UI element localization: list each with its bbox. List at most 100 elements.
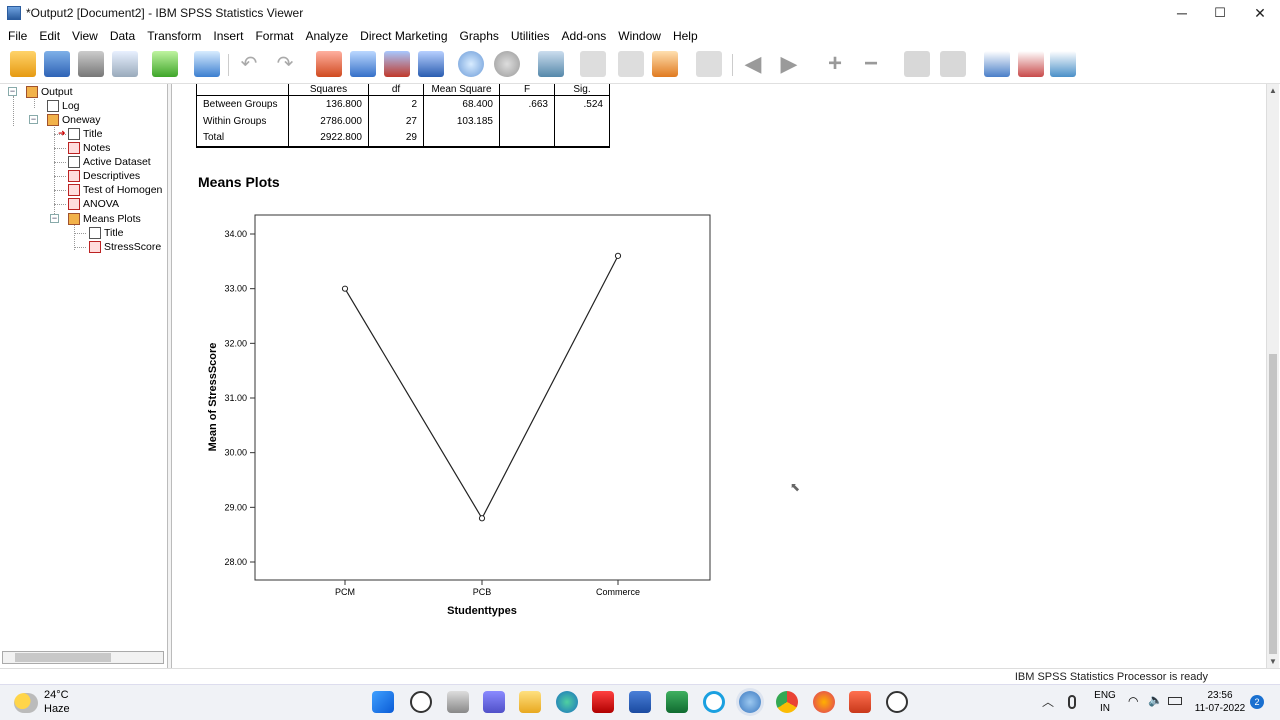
weather-temperature[interactable]: 24°C [44, 689, 69, 701]
menu-window[interactable]: Window [612, 29, 667, 43]
cortana-icon[interactable] [703, 691, 725, 713]
outline-item-active-dataset[interactable]: Active Dataset [68, 155, 151, 169]
menu-help[interactable]: Help [667, 29, 704, 43]
outline-item-notes[interactable]: Notes [68, 141, 110, 155]
spss-taskbar-icon[interactable] [739, 691, 761, 713]
arrow-left-icon[interactable]: ◀ [740, 51, 766, 77]
use-sets-icon[interactable] [458, 51, 484, 77]
collapse-icon[interactable]: − [858, 51, 884, 77]
export-icon[interactable] [152, 51, 178, 77]
menu-graphs[interactable]: Graphs [454, 29, 505, 43]
y-axis-label: Mean of StressScore [207, 343, 219, 452]
redo-icon[interactable]: ↷ [272, 51, 298, 77]
content-vertical-scrollbar[interactable]: ▲ ▼ [1266, 84, 1279, 668]
chat-icon[interactable] [483, 691, 505, 713]
word-icon[interactable] [629, 691, 651, 713]
show-hidden-icons-icon[interactable]: ︿ [1042, 693, 1054, 710]
designate-window-icon[interactable] [652, 51, 678, 77]
expand-icon[interactable]: + [822, 51, 848, 77]
create-title-icon[interactable] [696, 51, 722, 77]
variables-icon[interactable] [418, 51, 444, 77]
wifi-icon[interactable]: ◠ [1128, 694, 1138, 708]
collapse-means-plots-toggle[interactable]: − [50, 214, 59, 223]
language-indicator[interactable]: ENG IN [1090, 689, 1120, 715]
outline-item-test-of-homogeneity[interactable]: Test of Homogen [68, 183, 162, 197]
task-view-icon[interactable] [447, 691, 469, 713]
firefox-icon[interactable] [813, 691, 835, 713]
show-icon[interactable] [904, 51, 930, 77]
menu-transform[interactable]: Transform [141, 29, 207, 43]
menu-format[interactable]: Format [249, 29, 299, 43]
insert-heading-icon[interactable] [984, 51, 1010, 77]
notification-badge[interactable]: 2 [1250, 695, 1264, 709]
menu-data[interactable]: Data [104, 29, 141, 43]
x-tick-label: Commerce [596, 587, 640, 597]
menu-analyze[interactable]: Analyze [299, 29, 354, 43]
menu-direct-marketing[interactable]: Direct Marketing [354, 29, 453, 43]
data-point[interactable] [614, 252, 622, 259]
menu-view[interactable]: View [66, 29, 104, 43]
current-item-arrow-icon: ➜ [58, 128, 66, 138]
outline-item-title[interactable]: Title [68, 127, 102, 141]
powerpoint-icon[interactable] [849, 691, 871, 713]
menu-file[interactable]: File [2, 29, 33, 43]
scrollbar-thumb[interactable] [15, 653, 111, 662]
excel-icon[interactable] [666, 691, 688, 713]
clock[interactable]: 23:56 11-07-2022 [1190, 689, 1250, 715]
outline-item-plot-title[interactable]: Title [89, 226, 123, 240]
collapse-output-toggle[interactable]: − [8, 87, 17, 96]
promote-icon[interactable] [580, 51, 606, 77]
mcafee-icon[interactable] [592, 691, 614, 713]
menu-edit[interactable]: Edit [33, 29, 66, 43]
close-button[interactable]: ✕ [1240, 0, 1280, 26]
demote-icon[interactable] [618, 51, 644, 77]
outline-item-anova[interactable]: ANOVA [68, 197, 119, 211]
undo-icon[interactable]: ↶ [236, 51, 262, 77]
means-plot-chart[interactable]: 28.00 29.00 30.00 31.00 32.00 33.00 34.00 PCM P… [172, 84, 732, 644]
arrow-right-icon[interactable]: ▶ [776, 51, 802, 77]
scroll-down-arrow-icon[interactable]: ▼ [1269, 657, 1277, 666]
chrome-icon[interactable] [776, 691, 798, 713]
goto-case-icon[interactable] [350, 51, 376, 77]
hide-icon[interactable] [940, 51, 966, 77]
output-book-icon [26, 86, 38, 98]
battery-icon[interactable] [1168, 697, 1182, 705]
start-icon[interactable] [372, 691, 394, 713]
weather-condition[interactable]: Haze [44, 703, 70, 715]
insert-page-break-icon[interactable] [1050, 51, 1076, 77]
open-icon[interactable] [10, 51, 36, 77]
scroll-up-arrow-icon[interactable]: ▲ [1269, 86, 1277, 95]
spell-check-icon[interactable] [538, 51, 564, 77]
print-icon[interactable] [78, 51, 104, 77]
outline-item-output[interactable]: Output [26, 85, 73, 99]
scrollbar-thumb[interactable] [1269, 354, 1277, 654]
file-explorer-icon[interactable] [519, 691, 541, 713]
outline-item-stressscore[interactable]: StressScore [89, 240, 161, 254]
outline-item-oneway[interactable]: Oneway [47, 113, 101, 127]
microphone-icon[interactable] [1068, 695, 1076, 709]
search-icon[interactable] [410, 691, 432, 713]
data-point[interactable] [478, 515, 486, 522]
print-preview-icon[interactable] [112, 51, 138, 77]
weather-icon[interactable] [14, 693, 38, 713]
menu-insert[interactable]: Insert [207, 29, 249, 43]
dialog-recall-icon[interactable] [194, 51, 220, 77]
minimize-button[interactable]: ─ [1162, 0, 1202, 26]
outline-item-descriptives[interactable]: Descriptives [68, 169, 140, 183]
outline-horizontal-scrollbar[interactable] [2, 651, 164, 664]
menu-add-ons[interactable]: Add-ons [556, 29, 613, 43]
goto-variable-icon[interactable] [384, 51, 410, 77]
edge-icon[interactable] [556, 691, 578, 713]
goto-data-icon[interactable] [316, 51, 342, 77]
menu-utilities[interactable]: Utilities [505, 29, 556, 43]
outline-item-means-plots[interactable]: Means Plots [68, 212, 141, 226]
volume-icon[interactable]: 🔈 [1148, 693, 1163, 707]
collapse-oneway-toggle[interactable]: − [29, 115, 38, 124]
insert-text-icon[interactable] [1018, 51, 1044, 77]
outline-item-log[interactable]: Log [47, 99, 80, 113]
maximize-button[interactable]: ☐ [1200, 0, 1240, 26]
save-icon[interactable] [44, 51, 70, 77]
show-all-variables-icon[interactable] [494, 51, 520, 77]
screen-recorder-icon[interactable] [886, 691, 908, 713]
data-point[interactable] [341, 285, 349, 292]
